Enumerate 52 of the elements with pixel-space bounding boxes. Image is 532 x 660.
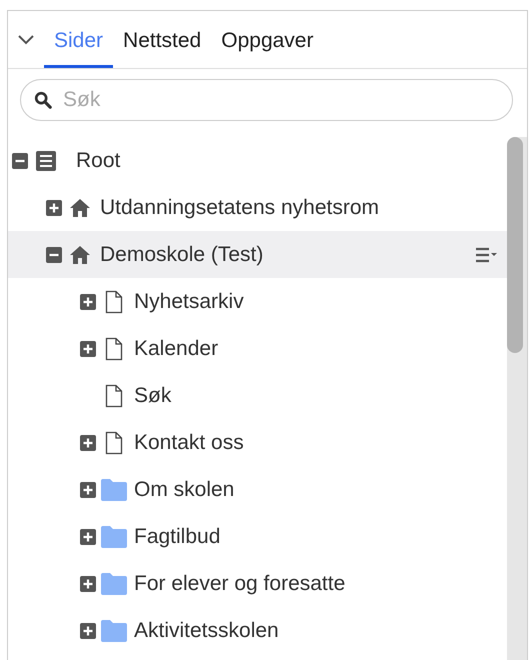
folder-icon — [100, 572, 128, 596]
item-label: Nyhetsarkiv — [134, 290, 244, 314]
expand-icon[interactable] — [46, 200, 62, 216]
folder-icon — [100, 478, 128, 502]
chevron-down-icon[interactable] — [18, 34, 34, 44]
folder-icon — [100, 524, 128, 548]
page-icon — [105, 336, 123, 360]
item-label: Root — [76, 148, 120, 172]
collapse-icon[interactable] — [12, 152, 28, 168]
tree-item[interactable]: Aktivitetsskolen — [8, 607, 507, 654]
tree-item[interactable]: Nyhetsarkiv — [8, 278, 507, 325]
scrollbar-thumb[interactable] — [507, 137, 523, 353]
expand-icon[interactable] — [80, 482, 96, 498]
item-label: Demoskole (Test) — [100, 242, 264, 266]
folder-icon — [100, 618, 128, 642]
item-label: Utdanningsetatens nyhetsrom — [100, 196, 379, 220]
tree-item[interactable]: Kalender — [8, 325, 507, 372]
item-label: Kontakt oss — [134, 430, 244, 454]
tree-item[interactable]: For elever og foresatte — [8, 560, 507, 607]
tab[interactable]: Oppgaver — [211, 14, 324, 68]
page-icon — [105, 384, 123, 408]
expand-icon[interactable] — [80, 622, 96, 638]
search-field[interactable]: Søk — [20, 79, 513, 121]
collapse-icon[interactable] — [46, 246, 62, 262]
expand-icon[interactable] — [80, 294, 96, 310]
page-icon — [105, 430, 123, 454]
search-icon — [34, 91, 52, 109]
expand-icon[interactable] — [80, 576, 96, 592]
expand-icon[interactable] — [80, 434, 96, 450]
home-icon — [69, 244, 91, 264]
item-label: Fagtilbud — [134, 524, 220, 548]
tree-item[interactable]: Demoskole (Test) — [8, 231, 507, 278]
item-label: Søk — [134, 384, 172, 408]
item-label: Aktivitetsskolen — [134, 618, 279, 642]
item-label: For elever og foresatte — [134, 572, 346, 596]
item-label: Om skolen — [134, 478, 234, 502]
item-label: Kalender — [134, 336, 218, 360]
home-icon — [69, 198, 91, 218]
scrollbar[interactable] — [507, 137, 527, 660]
tree-item[interactable]: Root — [8, 137, 507, 184]
tree-item[interactable]: Fagtilbud — [8, 513, 507, 560]
tree-item[interactable]: Søk — [8, 372, 507, 419]
list-icon — [35, 150, 57, 172]
tree-item[interactable]: Utdanningsetatens nyhetsrom — [8, 184, 507, 231]
tab[interactable]: Nettsted — [113, 14, 212, 68]
tree-item[interactable]: Kontakt oss — [8, 419, 507, 466]
tab[interactable]: Sider — [44, 14, 114, 68]
expand-icon[interactable] — [80, 340, 96, 356]
expand-icon[interactable] — [80, 528, 96, 544]
page-icon — [105, 290, 123, 314]
menu-icon[interactable] — [475, 246, 499, 262]
tree-item[interactable]: Om skolen — [8, 466, 507, 513]
